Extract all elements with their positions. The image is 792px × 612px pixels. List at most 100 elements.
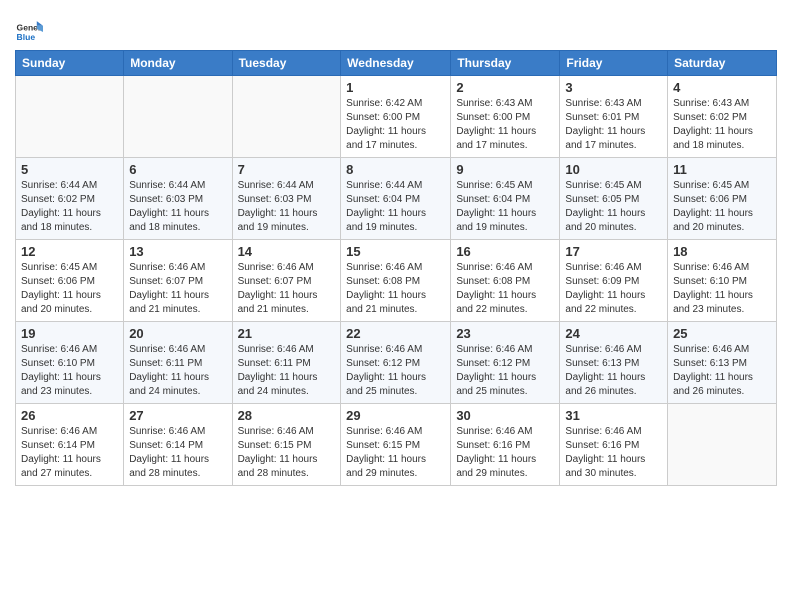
col-header-thursday: Thursday — [451, 51, 560, 76]
day-number: 11 — [673, 162, 771, 177]
day-info: Sunrise: 6:46 AMSunset: 6:07 PMDaylight:… — [238, 261, 336, 317]
day-info: Sunrise: 6:46 AMSunset: 6:15 PMDaylight:… — [346, 425, 445, 481]
logo: General Blue — [15, 18, 43, 46]
day-number: 8 — [346, 162, 445, 177]
calendar-cell — [668, 404, 777, 486]
day-info: Sunrise: 6:46 AMSunset: 6:14 PMDaylight:… — [129, 425, 226, 481]
calendar-cell: 23 Sunrise: 6:46 AMSunset: 6:12 PMDayligh… — [451, 322, 560, 404]
calendar-cell: 30 Sunrise: 6:46 AMSunset: 6:16 PMDayligh… — [451, 404, 560, 486]
calendar-cell: 17 Sunrise: 6:46 AMSunset: 6:09 PMDayligh… — [560, 240, 668, 322]
calendar-cell: 15 Sunrise: 6:46 AMSunset: 6:08 PMDayligh… — [341, 240, 451, 322]
day-info: Sunrise: 6:46 AMSunset: 6:10 PMDaylight:… — [21, 343, 118, 399]
day-number: 25 — [673, 326, 771, 341]
day-number: 17 — [565, 244, 662, 259]
calendar-cell: 2 Sunrise: 6:43 AMSunset: 6:00 PMDaylight… — [451, 76, 560, 158]
day-number: 1 — [346, 80, 445, 95]
calendar-cell: 18 Sunrise: 6:46 AMSunset: 6:10 PMDayligh… — [668, 240, 777, 322]
col-header-friday: Friday — [560, 51, 668, 76]
calendar-cell: 28 Sunrise: 6:46 AMSunset: 6:15 PMDayligh… — [232, 404, 341, 486]
calendar-table: SundayMondayTuesdayWednesdayThursdayFrid… — [15, 50, 777, 486]
day-info: Sunrise: 6:43 AMSunset: 6:01 PMDaylight:… — [565, 97, 662, 153]
calendar-week-row: 5 Sunrise: 6:44 AMSunset: 6:02 PMDaylight… — [16, 158, 777, 240]
day-info: Sunrise: 6:46 AMSunset: 6:15 PMDaylight:… — [238, 425, 336, 481]
day-number: 23 — [456, 326, 554, 341]
day-info: Sunrise: 6:46 AMSunset: 6:16 PMDaylight:… — [456, 425, 554, 481]
logo-icon: General Blue — [15, 18, 43, 46]
calendar-cell: 29Sunrise: 6:46 AMSunset: 6:15 PMDayligh… — [341, 404, 451, 486]
calendar-week-row: 1 Sunrise: 6:42 AMSunset: 6:00 PMDaylight… — [16, 76, 777, 158]
col-header-tuesday: Tuesday — [232, 51, 341, 76]
day-number: 2 — [456, 80, 554, 95]
calendar-week-row: 19 Sunrise: 6:46 AMSunset: 6:10 PMDayligh… — [16, 322, 777, 404]
calendar-cell — [124, 76, 232, 158]
day-info: Sunrise: 6:44 AMSunset: 6:04 PMDaylight:… — [346, 179, 445, 235]
calendar-cell: 16 Sunrise: 6:46 AMSunset: 6:08 PMDayligh… — [451, 240, 560, 322]
calendar-cell: 8 Sunrise: 6:44 AMSunset: 6:04 PMDaylight… — [341, 158, 451, 240]
day-number: 14 — [238, 244, 336, 259]
calendar-cell: 6Sunrise: 6:44 AMSunset: 6:03 PMDaylight… — [124, 158, 232, 240]
day-number: 13 — [129, 244, 226, 259]
svg-text:Blue: Blue — [17, 32, 36, 42]
day-info: Sunrise: 6:44 AMSunset: 6:02 PMDaylight:… — [21, 179, 118, 235]
day-info: Sunrise: 6:46 AMSunset: 6:12 PMDaylight:… — [346, 343, 445, 399]
calendar-header-row: SundayMondayTuesdayWednesdayThursdayFrid… — [16, 51, 777, 76]
calendar-cell: 31Sunrise: 6:46 AMSunset: 6:16 PMDayligh… — [560, 404, 668, 486]
day-number: 4 — [673, 80, 771, 95]
calendar-cell: 11Sunrise: 6:45 AMSunset: 6:06 PMDayligh… — [668, 158, 777, 240]
day-info: Sunrise: 6:46 AMSunset: 6:07 PMDaylight:… — [129, 261, 226, 317]
calendar-cell: 21 Sunrise: 6:46 AMSunset: 6:11 PMDayligh… — [232, 322, 341, 404]
day-info: Sunrise: 6:46 AMSunset: 6:08 PMDaylight:… — [456, 261, 554, 317]
page-header: General Blue — [15, 10, 777, 46]
day-info: Sunrise: 6:45 AMSunset: 6:05 PMDaylight:… — [565, 179, 662, 235]
day-info: Sunrise: 6:46 AMSunset: 6:13 PMDaylight:… — [673, 343, 771, 399]
day-number: 15 — [346, 244, 445, 259]
day-info: Sunrise: 6:43 AMSunset: 6:00 PMDaylight:… — [456, 97, 554, 153]
calendar-cell: 4 Sunrise: 6:43 AMSunset: 6:02 PMDaylight… — [668, 76, 777, 158]
day-number: 9 — [456, 162, 554, 177]
calendar-week-row: 12 Sunrise: 6:45 AMSunset: 6:06 PMDayligh… — [16, 240, 777, 322]
calendar-cell: 22Sunrise: 6:46 AMSunset: 6:12 PMDayligh… — [341, 322, 451, 404]
col-header-saturday: Saturday — [668, 51, 777, 76]
day-info: Sunrise: 6:46 AMSunset: 6:12 PMDaylight:… — [456, 343, 554, 399]
calendar-cell: 10 Sunrise: 6:45 AMSunset: 6:05 PMDayligh… — [560, 158, 668, 240]
calendar-cell: 25 Sunrise: 6:46 AMSunset: 6:13 PMDayligh… — [668, 322, 777, 404]
day-info: Sunrise: 6:46 AMSunset: 6:08 PMDaylight:… — [346, 261, 445, 317]
day-number: 18 — [673, 244, 771, 259]
day-info: Sunrise: 6:46 AMSunset: 6:10 PMDaylight:… — [673, 261, 771, 317]
col-header-wednesday: Wednesday — [341, 51, 451, 76]
col-header-monday: Monday — [124, 51, 232, 76]
calendar-cell: 14 Sunrise: 6:46 AMSunset: 6:07 PMDayligh… — [232, 240, 341, 322]
calendar-cell: 13 Sunrise: 6:46 AMSunset: 6:07 PMDayligh… — [124, 240, 232, 322]
day-info: Sunrise: 6:46 AMSunset: 6:11 PMDaylight:… — [129, 343, 226, 399]
day-info: Sunrise: 6:45 AMSunset: 6:06 PMDaylight:… — [21, 261, 118, 317]
day-info: Sunrise: 6:46 AMSunset: 6:09 PMDaylight:… — [565, 261, 662, 317]
day-number: 28 — [238, 408, 336, 423]
day-number: 16 — [456, 244, 554, 259]
calendar-cell: 24Sunrise: 6:46 AMSunset: 6:13 PMDayligh… — [560, 322, 668, 404]
day-number: 7 — [238, 162, 336, 177]
calendar-week-row: 26 Sunrise: 6:46 AMSunset: 6:14 PMDayligh… — [16, 404, 777, 486]
col-header-sunday: Sunday — [16, 51, 124, 76]
day-info: Sunrise: 6:44 AMSunset: 6:03 PMDaylight:… — [238, 179, 336, 235]
calendar-cell — [16, 76, 124, 158]
day-number: 5 — [21, 162, 118, 177]
day-number: 24 — [565, 326, 662, 341]
day-number: 30 — [456, 408, 554, 423]
day-number: 20 — [129, 326, 226, 341]
day-number: 26 — [21, 408, 118, 423]
day-number: 27 — [129, 408, 226, 423]
calendar-cell: 26Sunrise: 6:46 AMSunset: 6:14 PMDayligh… — [16, 404, 124, 486]
day-info: Sunrise: 6:43 AMSunset: 6:02 PMDaylight:… — [673, 97, 771, 153]
calendar-cell: 9Sunrise: 6:45 AMSunset: 6:04 PMDaylight… — [451, 158, 560, 240]
day-number: 21 — [238, 326, 336, 341]
day-number: 19 — [21, 326, 118, 341]
day-number: 10 — [565, 162, 662, 177]
day-info: Sunrise: 6:44 AMSunset: 6:03 PMDaylight:… — [129, 179, 226, 235]
day-info: Sunrise: 6:42 AMSunset: 6:00 PMDaylight:… — [346, 97, 445, 153]
calendar-cell: 27 Sunrise: 6:46 AMSunset: 6:14 PMDayligh… — [124, 404, 232, 486]
calendar-cell — [232, 76, 341, 158]
day-info: Sunrise: 6:46 AMSunset: 6:11 PMDaylight:… — [238, 343, 336, 399]
calendar-cell: 3Sunrise: 6:43 AMSunset: 6:01 PMDaylight… — [560, 76, 668, 158]
day-number: 12 — [21, 244, 118, 259]
calendar-cell: 1 Sunrise: 6:42 AMSunset: 6:00 PMDaylight… — [341, 76, 451, 158]
